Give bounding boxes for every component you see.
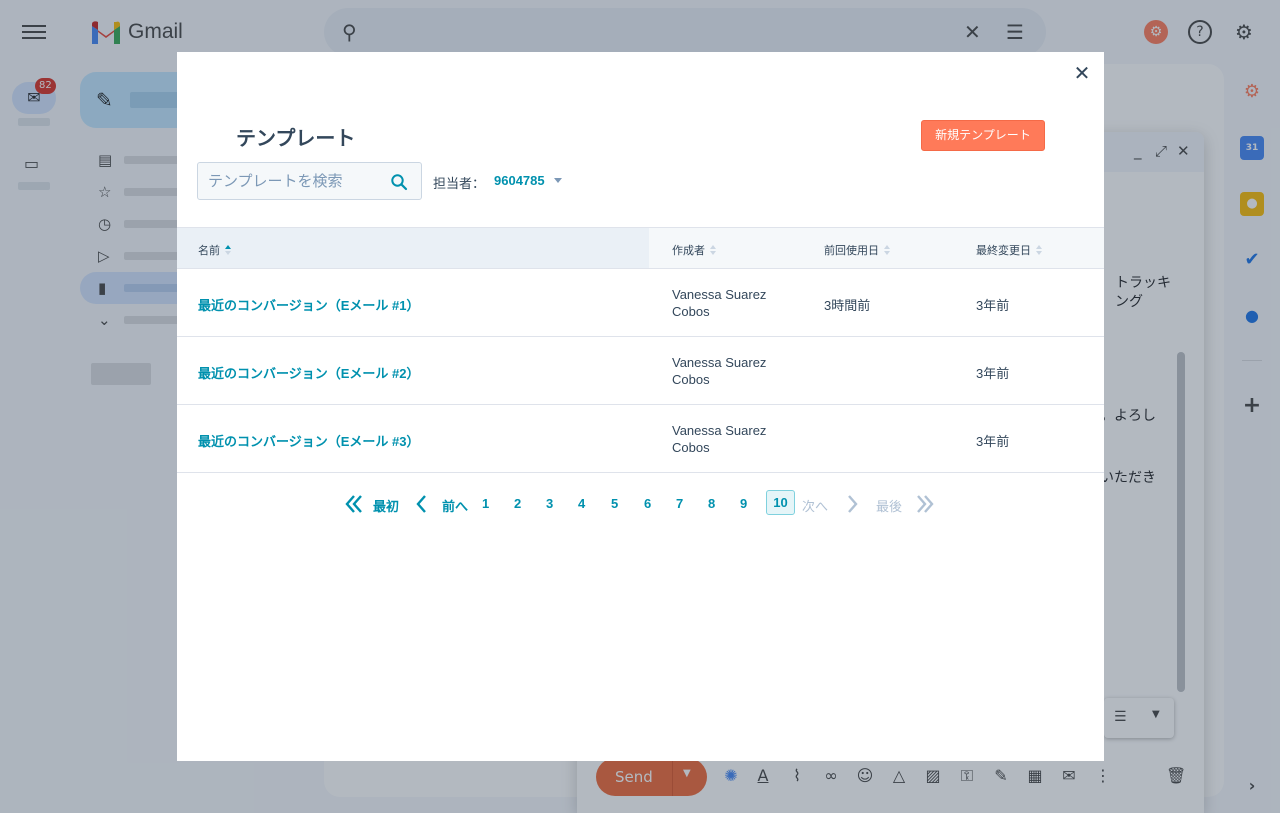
template-modified: 3年前 xyxy=(976,298,1010,313)
sort-icon xyxy=(884,245,890,255)
column-header-author[interactable]: 作成者 xyxy=(672,242,716,258)
page-link-2[interactable]: 2 xyxy=(514,496,521,511)
template-search-input[interactable] xyxy=(198,163,383,199)
template-name-link[interactable]: 最近のコンバージョン（Eメール #1） xyxy=(198,295,419,314)
new-template-button[interactable]: 新規テンプレート xyxy=(921,120,1045,151)
sort-icon xyxy=(710,245,716,255)
modal-title: テンプレート xyxy=(236,128,356,150)
template-modified: 3年前 xyxy=(976,366,1010,381)
prev-page-link[interactable]: 前へ xyxy=(442,496,468,515)
table-row: 最近のコンバージョン（Eメール #2） Vanessa Suarez Cobos… xyxy=(177,337,1104,405)
table-header: 名前 作成者 前回使用日 最終変更日 xyxy=(177,227,1104,269)
next-page-link: 次へ xyxy=(802,499,829,514)
first-page-double-chevron-icon[interactable] xyxy=(344,494,364,514)
close-icon[interactable]: ✕ xyxy=(1070,62,1094,86)
template-search-box xyxy=(197,162,422,200)
page-link-4[interactable]: 4 xyxy=(578,496,585,511)
template-author: Vanessa Suarez Cobos xyxy=(672,287,767,319)
next-chevron-icon xyxy=(848,495,858,513)
search-icon[interactable] xyxy=(390,173,408,191)
last-page-double-chevron-icon xyxy=(917,495,934,513)
page-link-9[interactable]: 9 xyxy=(740,496,747,511)
template-last-used: 3時間前 xyxy=(824,298,871,313)
page-link-7[interactable]: 7 xyxy=(676,496,683,511)
page-link-6[interactable]: 6 xyxy=(644,496,651,511)
sort-icon xyxy=(1036,245,1042,255)
last-page-link: 最後 xyxy=(876,499,903,514)
current-page: 10 xyxy=(766,490,795,515)
prev-chevron-icon[interactable] xyxy=(415,494,429,514)
first-page-link[interactable]: 最初 xyxy=(373,496,399,515)
template-author: Vanessa Suarez Cobos xyxy=(672,423,767,455)
column-header-name[interactable]: 名前 xyxy=(198,242,231,258)
owner-filter-dropdown[interactable]: 9604785 xyxy=(494,173,545,188)
page-link-8[interactable]: 8 xyxy=(708,496,715,511)
table-row: 最近のコンバージョン（Eメール #3） Vanessa Suarez Cobos… xyxy=(177,405,1104,473)
page-link-5[interactable]: 5 xyxy=(611,496,618,511)
caret-down-icon[interactable] xyxy=(554,178,562,183)
column-header-modified[interactable]: 最終変更日 xyxy=(976,242,1042,258)
templates-modal: ✕ テンプレート 新規テンプレート 担当者： 9604785 名前 作成者 前回… xyxy=(177,52,1104,761)
pagination: 最初 前へ 1 2 3 4 5 6 7 8 9 10 次へ 最後 xyxy=(177,490,1104,518)
page-link-1[interactable]: 1 xyxy=(482,496,489,511)
template-name-link[interactable]: 最近のコンバージョン（Eメール #3） xyxy=(198,431,419,450)
column-header-last-used[interactable]: 前回使用日 xyxy=(824,242,890,258)
sort-icon xyxy=(225,245,231,255)
table-row: 最近のコンバージョン（Eメール #1） Vanessa Suarez Cobos… xyxy=(177,269,1104,337)
templates-table: 名前 作成者 前回使用日 最終変更日 最近のコンバージョン（Eメール #1） V… xyxy=(177,227,1104,473)
template-name-link[interactable]: 最近のコンバージョン（Eメール #2） xyxy=(198,363,419,382)
page-link-3[interactable]: 3 xyxy=(546,496,553,511)
owner-filter-label: 担当者： xyxy=(433,176,486,191)
template-author: Vanessa Suarez Cobos xyxy=(672,355,767,387)
template-modified: 3年前 xyxy=(976,434,1010,449)
